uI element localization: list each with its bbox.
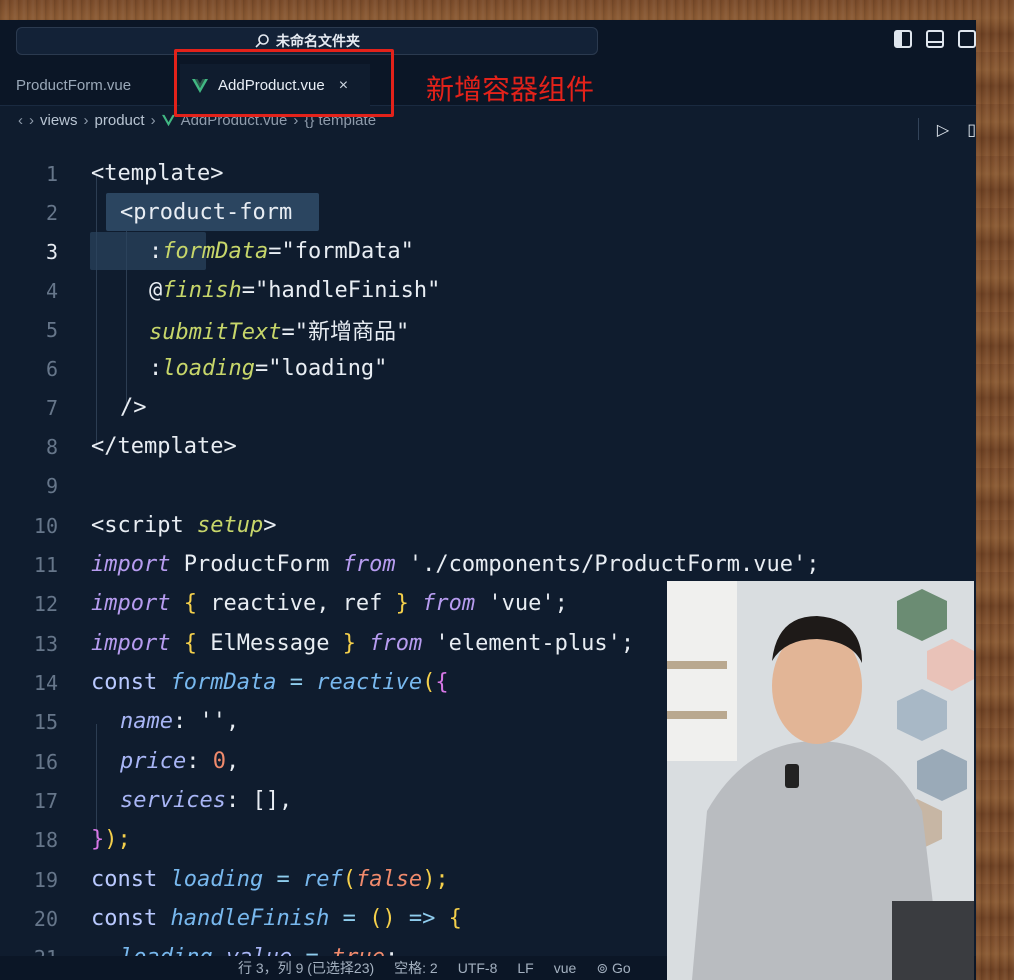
code-text: submitText="新增商品" <box>149 319 410 345</box>
line-number: 12 <box>33 591 58 616</box>
toggle-sidebar-icon[interactable] <box>894 30 912 48</box>
title-bar: 未命名文件夹 <box>0 20 976 64</box>
code-line: 9 <box>0 466 976 505</box>
code-line: 4 @finish="handleFinish" <box>0 271 976 310</box>
presenter-image <box>667 581 974 980</box>
line-number: 19 <box>33 867 58 892</box>
chevron-right-icon: › <box>29 111 34 129</box>
chevron-right-icon: › <box>150 111 156 129</box>
line-number: 5 <box>45 317 58 342</box>
code-text: const formData = reactive({ <box>91 670 449 695</box>
line-number: 10 <box>33 513 58 538</box>
layout-controls <box>894 30 976 48</box>
code-line: 11 import ProductForm from './components… <box>0 545 976 584</box>
chevron-right-icon: › <box>83 111 89 129</box>
line-number: 14 <box>33 670 58 695</box>
code-text: import { ElMessage } from 'element-plus'… <box>91 631 635 656</box>
code-text: :formData="formData" <box>149 239 414 264</box>
code-line: 10 <script setup> <box>0 506 976 545</box>
code-text: <product-form <box>120 200 293 225</box>
code-line: 7 /> <box>0 388 976 427</box>
code-line: 8 </template> <box>0 427 976 466</box>
code-text: services: [], <box>120 788 293 813</box>
breadcrumb-lead: ‹ <box>18 111 23 129</box>
code-text: @finish="handleFinish" <box>149 278 441 303</box>
line-number: 8 <box>45 434 58 459</box>
line-number: 6 <box>45 356 58 381</box>
breadcrumb-item-product[interactable]: product <box>95 112 145 129</box>
tab-addproduct[interactable]: AddProduct.vue × <box>180 64 370 106</box>
breadcrumb: ‹ › views › product › AddProduct.vue › {… <box>0 106 976 134</box>
tab-label: AddProduct.vue <box>218 77 325 94</box>
annotation-label: 新增容器组件 <box>426 73 595 106</box>
encoding[interactable]: UTF-8 <box>458 960 498 976</box>
code-line: 1 <template> <box>0 154 976 193</box>
webcam-video <box>667 581 974 980</box>
code-text: const loading = ref(false); <box>91 867 449 892</box>
code-text: <template> <box>91 161 224 186</box>
code-text: name: '', <box>120 709 240 734</box>
line-number: 18 <box>33 827 58 852</box>
language-mode[interactable]: vue <box>554 960 577 976</box>
breadcrumb-item-views[interactable]: views <box>40 112 78 129</box>
line-number: 20 <box>33 906 58 931</box>
line-number: 9 <box>45 473 58 498</box>
indentation[interactable]: 空格: 2 <box>394 958 438 978</box>
workspace-name: 未命名文件夹 <box>276 33 360 49</box>
chevron-right-icon: › <box>293 111 299 129</box>
line-number: 2 <box>45 200 58 225</box>
line-number: 3 <box>45 239 58 264</box>
toggle-secondary-sidebar-icon[interactable] <box>958 30 976 48</box>
code-text: :loading="loading" <box>149 356 388 381</box>
line-number: 13 <box>33 631 58 656</box>
toggle-panel-icon[interactable] <box>926 30 944 48</box>
code-text: import ProductForm from './components/Pr… <box>91 552 820 577</box>
line-number: 4 <box>45 278 58 303</box>
tab-productform[interactable]: ProductForm.vue <box>16 64 131 106</box>
vue-file-icon <box>161 114 175 126</box>
line-number: 15 <box>33 709 58 734</box>
code-line: 2 <product-form <box>0 193 976 232</box>
code-line-current: 3 :formData="formData" <box>0 232 976 271</box>
broadcast-icon: ⊚ <box>596 959 609 976</box>
code-text: import { reactive, ref } from 'vue'; <box>91 591 568 616</box>
go-live-button[interactable]: ⊚ Go <box>596 960 630 977</box>
breadcrumb-item-file[interactable]: AddProduct.vue <box>181 112 288 129</box>
command-center-search[interactable]: 未命名文件夹 <box>16 27 598 55</box>
line-number: 11 <box>33 552 58 577</box>
code-text: <script setup> <box>91 513 277 538</box>
code-text: price: 0, <box>120 749 240 774</box>
code-text: </template> <box>91 434 237 459</box>
line-number: 16 <box>33 749 58 774</box>
code-text: }); <box>91 827 131 852</box>
code-line: 5 submitText="新增商品" <box>0 310 976 349</box>
close-icon[interactable]: × <box>339 77 348 95</box>
breadcrumb-item-symbol[interactable]: {} template <box>304 112 376 129</box>
tab-label: ProductForm.vue <box>16 76 132 94</box>
line-number: 17 <box>33 788 58 813</box>
line-number: 7 <box>45 395 58 420</box>
vue-file-icon <box>192 78 208 93</box>
code-text: /> <box>120 395 147 420</box>
code-line: 6 :loading="loading" <box>0 349 976 388</box>
line-number: 1 <box>45 161 58 186</box>
code-text: const handleFinish = () => { <box>91 906 462 931</box>
search-icon <box>255 34 269 48</box>
cursor-position[interactable]: 行 3，列 9 (已选择23) <box>238 958 374 978</box>
end-of-line[interactable]: LF <box>517 960 533 976</box>
